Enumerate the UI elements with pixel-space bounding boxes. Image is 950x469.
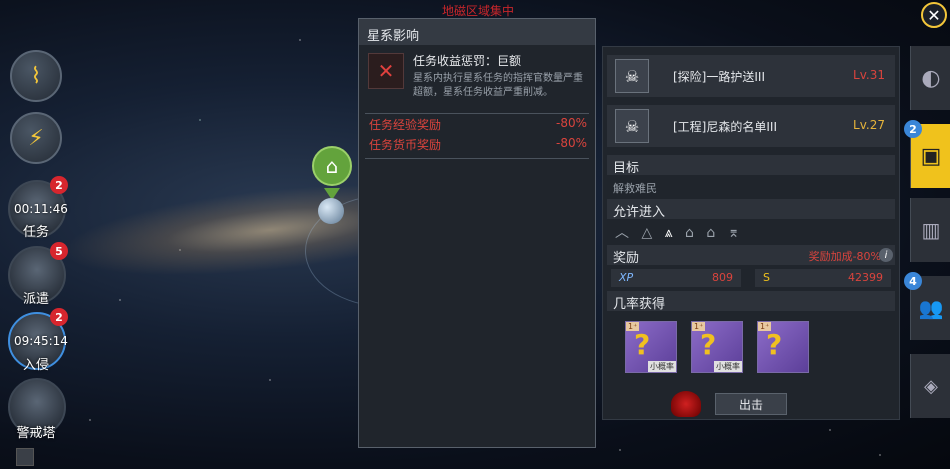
mission-level: Lv.31: [853, 68, 885, 82]
home-marker[interactable]: ⌂: [312, 146, 352, 186]
penalty-row-label: 任务货币奖励: [369, 138, 442, 152]
penalty-row-value: -80%: [555, 136, 587, 150]
mission-name: [探险]一路护送III: [673, 70, 765, 84]
close-button[interactable]: ✕: [921, 2, 947, 28]
divider: [365, 113, 589, 114]
galaxy-influence-popup: 星系影响 ✕ 任务收益惩罚：巨额 星系内执行星系任务的指挥官数量严重超额，星系任…: [358, 18, 596, 448]
access-section-title: 允许进入: [607, 199, 895, 220]
drop-section-title: 几率获得: [607, 291, 895, 312]
drop-item[interactable]: 1⁺ ? 小概率: [625, 321, 677, 373]
mission-timer: 00:11:46: [14, 202, 68, 216]
penalty-title: 任务收益惩罚：巨额: [413, 54, 522, 68]
target-section-title: 目标: [607, 155, 895, 176]
watchtower-label: 警戒塔: [16, 426, 56, 441]
reward-bonus: 奖励加成-80%: [808, 250, 881, 263]
currency-value: 42399: [848, 271, 883, 284]
info-icon[interactable]: i: [879, 248, 893, 262]
mission-list-item[interactable]: ☠ [探险]一路护送III Lv.31: [607, 55, 895, 97]
penalty-icon: ✕: [368, 53, 404, 89]
mission-list-item[interactable]: ☠ [工程]尼森的名单III Lv.27: [607, 105, 895, 147]
divider: [365, 158, 589, 159]
tab-planet[interactable]: ◐: [910, 46, 950, 110]
mission-badge: 2: [50, 176, 68, 194]
mission-label: 任务: [22, 225, 49, 240]
mission-detail-panel: ☠ [探险]一路护送III Lv.31 ☠ [工程]尼森的名单III Lv.27…: [602, 46, 900, 420]
mission-level: Lv.27: [853, 118, 885, 132]
drop-item[interactable]: 1⁺ ? 小概率: [691, 321, 743, 373]
drop-chance-label: 小概率: [648, 361, 676, 372]
dispatch-badge: 5: [50, 242, 68, 260]
mission-name: [工程]尼森的名单III: [673, 120, 777, 134]
penalty-row-value: -80%: [555, 116, 587, 130]
currency-label: S: [763, 271, 770, 284]
constellation-icon: ⌇: [30, 63, 42, 89]
tab-missions-badge: 2: [904, 120, 922, 138]
ship-class-icons: ︿ △ ⩓ ⌂ ⌂ ⌆: [615, 225, 744, 241]
dispatch-label: 派遣: [22, 292, 49, 307]
tab-other[interactable]: ◈: [910, 354, 950, 418]
currency-reward: S 42399: [755, 269, 891, 287]
penalty-row-currency: 任务货币奖励 -80%: [359, 136, 595, 156]
lightning-icon: ⚡: [28, 125, 44, 151]
boost-button[interactable]: ⚡: [10, 112, 62, 164]
home-icon: ⌂: [325, 154, 339, 178]
top-status-text: 地磁区域集中: [442, 4, 515, 18]
mystery-box-icon: ?: [700, 328, 717, 361]
tab-fleet-badge: 4: [904, 272, 922, 290]
invasion-badge: 2: [50, 308, 68, 326]
penalty-row-label: 任务经验奖励: [369, 118, 442, 132]
planet-icon: ◐: [921, 65, 941, 91]
checklist-icon: ▣: [920, 143, 942, 169]
xp-label: XP: [619, 271, 634, 284]
danger-skull-icon: [671, 391, 701, 417]
drop-chance-label: 小概率: [714, 361, 742, 372]
misc-icon: ◈: [924, 375, 938, 397]
skull-icon: ☠: [615, 109, 649, 143]
planet[interactable]: [318, 198, 344, 224]
mystery-box-icon: ?: [634, 328, 651, 361]
penalty-row-xp: 任务经验奖励 -80%: [359, 116, 595, 136]
group-icon: 👥: [918, 296, 944, 320]
sortie-button[interactable]: 出击: [715, 393, 787, 415]
small-toggle[interactable]: [16, 448, 34, 466]
penalty-description: 星系内执行星系任务的指挥官数量严重超额，星系任务收益严重削减。: [413, 73, 583, 98]
invasion-timer: 09:45:14: [14, 334, 68, 348]
galaxy-map-button[interactable]: ⌇: [10, 50, 62, 102]
invasion-label: 入侵: [22, 358, 49, 373]
close-icon: ✕: [927, 5, 941, 25]
drop-item[interactable]: 1⁺ ?: [757, 321, 809, 373]
target-value: 解救难民: [613, 182, 657, 195]
mystery-box-icon: ?: [766, 328, 783, 361]
tab-locked[interactable]: ▥: [910, 198, 950, 262]
xp-value: 809: [712, 271, 733, 284]
xp-reward: XP 809: [611, 269, 741, 287]
penalty-block: ✕ 任务收益惩罚：巨额 星系内执行星系任务的指挥官数量严重超额，星系任务收益严重…: [359, 45, 595, 111]
building-icon: ▥: [921, 218, 941, 242]
popup-title: 星系影响: [359, 19, 595, 45]
skull-icon: ☠: [615, 59, 649, 93]
top-status-bar: 地磁区域集中: [362, 0, 592, 18]
